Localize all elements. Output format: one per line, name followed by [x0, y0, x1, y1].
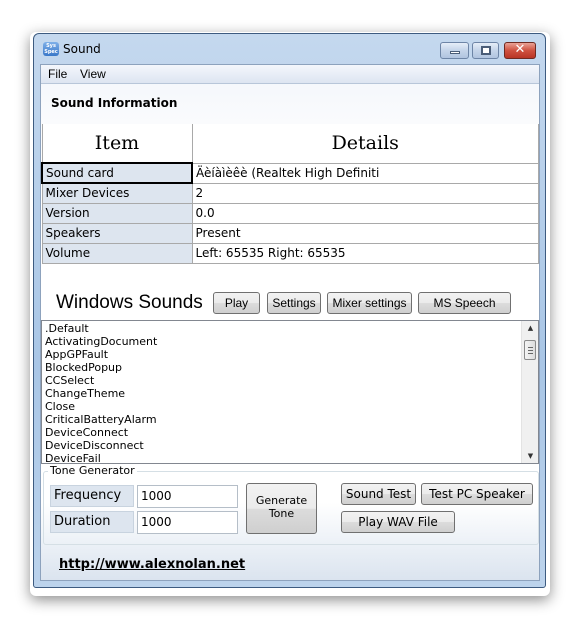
- row-value[interactable]: 0.0: [191, 202, 539, 224]
- sound-window: Sys Spec Sound ✕ File View Sound Informat…: [33, 33, 546, 588]
- list-item[interactable]: DeviceFail: [42, 452, 538, 463]
- list-item[interactable]: .Default: [42, 322, 538, 335]
- table-row[interactable]: Version 0.0: [41, 202, 539, 224]
- row-value[interactable]: Left: 65535 Right: 65535: [191, 242, 539, 264]
- list-item[interactable]: CriticalBatteryAlarm: [42, 413, 538, 426]
- menu-view[interactable]: View: [80, 67, 106, 81]
- generate-tone-label: Generate Tone: [255, 494, 308, 520]
- row-key[interactable]: Speakers: [41, 222, 193, 244]
- scroll-thumb[interactable]: [524, 340, 536, 360]
- windows-sounds-title: Windows Sounds: [56, 292, 203, 313]
- header-item: Item: [41, 124, 193, 164]
- row-value[interactable]: Present: [191, 222, 539, 244]
- play-button[interactable]: Play: [213, 292, 260, 314]
- menu-file[interactable]: File: [48, 67, 67, 81]
- play-wav-file-button[interactable]: Play WAV File: [341, 511, 455, 533]
- scroll-up-arrow-icon[interactable]: ▲: [522, 324, 538, 332]
- mixer-settings-button[interactable]: Mixer settings: [327, 292, 412, 314]
- row-key[interactable]: Sound card: [41, 162, 193, 184]
- windows-sounds-list[interactable]: .Default ActivatingDocument AppGPFault B…: [41, 320, 539, 464]
- duration-input[interactable]: 1000: [137, 511, 238, 534]
- client-area: File View Sound Information Item Details…: [40, 64, 540, 581]
- tone-generator-group: Tone Generator Frequency 1000 Duration 1…: [43, 464, 539, 545]
- list-item[interactable]: DeviceConnect: [42, 426, 538, 439]
- maximize-icon: [481, 46, 491, 55]
- table-header-row: Item Details: [41, 124, 539, 164]
- duration-label: Duration: [50, 511, 134, 533]
- minimize-icon: [450, 51, 460, 54]
- header-details: Details: [191, 124, 539, 164]
- test-pc-speaker-button[interactable]: Test PC Speaker: [421, 483, 533, 505]
- row-key[interactable]: Mixer Devices: [41, 182, 193, 204]
- window-title: Sound: [63, 42, 101, 56]
- row-value[interactable]: Äèíàìèêè (Realtek High Definiti: [191, 162, 539, 184]
- list-scrollbar[interactable]: ▲ ▼: [521, 321, 538, 463]
- list-item[interactable]: CCSelect: [42, 374, 538, 387]
- website-link[interactable]: http://www.alexnolan.net: [59, 557, 245, 572]
- sound-test-button[interactable]: Sound Test: [341, 483, 416, 505]
- sound-info-table: Item Details Sound card Äèíàìèêè (Realte…: [41, 124, 539, 264]
- table-row[interactable]: Volume Left: 65535 Right: 65535: [41, 242, 539, 264]
- close-icon: ✕: [514, 42, 526, 57]
- frequency-input[interactable]: 1000: [137, 485, 238, 508]
- list-item[interactable]: Close: [42, 400, 538, 413]
- menu-bar: File View: [41, 65, 539, 84]
- minimize-button[interactable]: [440, 42, 469, 59]
- list-items: .Default ActivatingDocument AppGPFault B…: [42, 321, 538, 463]
- maximize-button[interactable]: [472, 42, 499, 59]
- table-row[interactable]: Sound card Äèíàìèêè (Realtek High Defini…: [41, 162, 539, 184]
- section-title: Sound Information: [51, 96, 178, 110]
- scroll-down-arrow-icon[interactable]: ▼: [522, 452, 538, 460]
- frequency-label: Frequency: [50, 485, 134, 507]
- row-value[interactable]: 2: [191, 182, 539, 204]
- list-item[interactable]: BlockedPopup: [42, 361, 538, 374]
- list-item[interactable]: AppGPFault: [42, 348, 538, 361]
- table-row[interactable]: Mixer Devices 2: [41, 182, 539, 204]
- settings-button[interactable]: Settings: [267, 292, 321, 314]
- table-row[interactable]: Speakers Present: [41, 222, 539, 244]
- tone-generator-label: Tone Generator: [48, 464, 137, 477]
- title-bar[interactable]: Sys Spec Sound ✕: [34, 34, 545, 64]
- grip-icon: [528, 347, 533, 354]
- sysspec-app-icon: Sys Spec: [43, 42, 59, 56]
- generate-tone-button[interactable]: Generate Tone: [246, 483, 317, 534]
- row-key[interactable]: Version: [41, 202, 193, 224]
- row-key[interactable]: Volume: [41, 242, 193, 264]
- list-item[interactable]: DeviceDisconnect: [42, 439, 538, 452]
- list-item[interactable]: ActivatingDocument: [42, 335, 538, 348]
- close-button[interactable]: ✕: [504, 42, 536, 59]
- ms-speech-button[interactable]: MS Speech: [418, 292, 511, 314]
- list-item[interactable]: ChangeTheme: [42, 387, 538, 400]
